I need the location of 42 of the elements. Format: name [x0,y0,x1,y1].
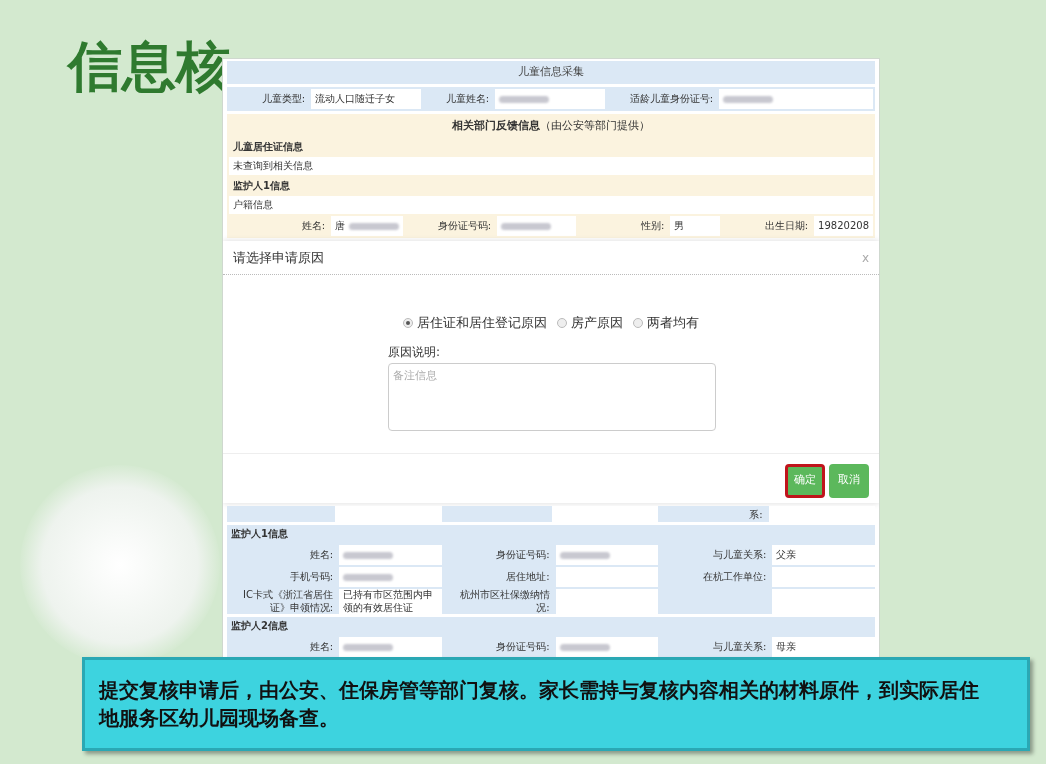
section-heading: 儿童居住证信息 [232,140,304,154]
field-label: 性别: [641,219,665,233]
field-label: 姓名: [309,640,333,654]
field-label: 出生日期: [764,219,809,233]
field-label: 适龄儿童身份证号: [629,92,713,106]
info-row: 未查询到相关信息 [229,157,873,175]
section-title: 相关部门反馈信息（由公安等部门提供） [451,118,651,134]
caption-text: 提交复核申请后，由公安、住保房管等部门复核。家长需持与复核内容相关的材料原件，到实际居住地服务区幼儿园现场备查。 [99,677,979,732]
field-value: 父亲 [776,548,797,562]
dialog-title: 请选择申请原因 [233,248,324,267]
field-label: 在杭工作单位: [702,570,767,584]
field-value: 男 [674,219,685,233]
field-label: 系: [749,507,763,522]
slide-title: 信息核 [68,40,230,94]
radio-option[interactable]: 房产原因 [557,313,623,333]
section-heading: 监护人2信息 [230,619,289,633]
form-header: 儿童信息采集 [227,61,875,84]
field-label: 姓名: [309,548,333,562]
field-label: IC卡式《浙江省居住证》申领情况: [242,589,333,614]
radio-option[interactable]: 居住证和居住登记原因 [403,313,547,333]
field-label: 手机号码: [289,570,333,584]
field-value: 流动人口随迁子女 [315,92,395,106]
field-label: 姓名: [301,219,325,233]
radio-option[interactable]: 两者均有 [633,313,699,333]
section-heading: 监护人1信息 [232,179,291,193]
field-value: 母亲 [776,640,797,654]
field-value: 19820208 [818,219,869,233]
field-label: 儿童类型: [261,92,305,106]
field-label: 与儿童关系: [712,640,767,654]
reason-label: 原因说明: [388,343,442,361]
field-label: 儿童姓名: [445,92,489,106]
section-heading: 监护人1信息 [230,527,289,541]
field-label: 身份证号码: [496,640,550,654]
field-label: 身份证号码: [437,219,491,233]
info-row: 户籍信息 [229,196,873,214]
field-label: 身份证号码: [496,548,550,562]
field-label: 居住地址: [506,570,550,584]
field-label: 杭州市区社保缴纳情况: [458,589,550,614]
field-value: 已持有市区范围内申领的有效居住证 [343,589,434,614]
reason-field[interactable]: 备注信息 [388,362,716,431]
field-value: 唐 [335,219,345,233]
field-label: 与儿童关系: [712,548,767,562]
